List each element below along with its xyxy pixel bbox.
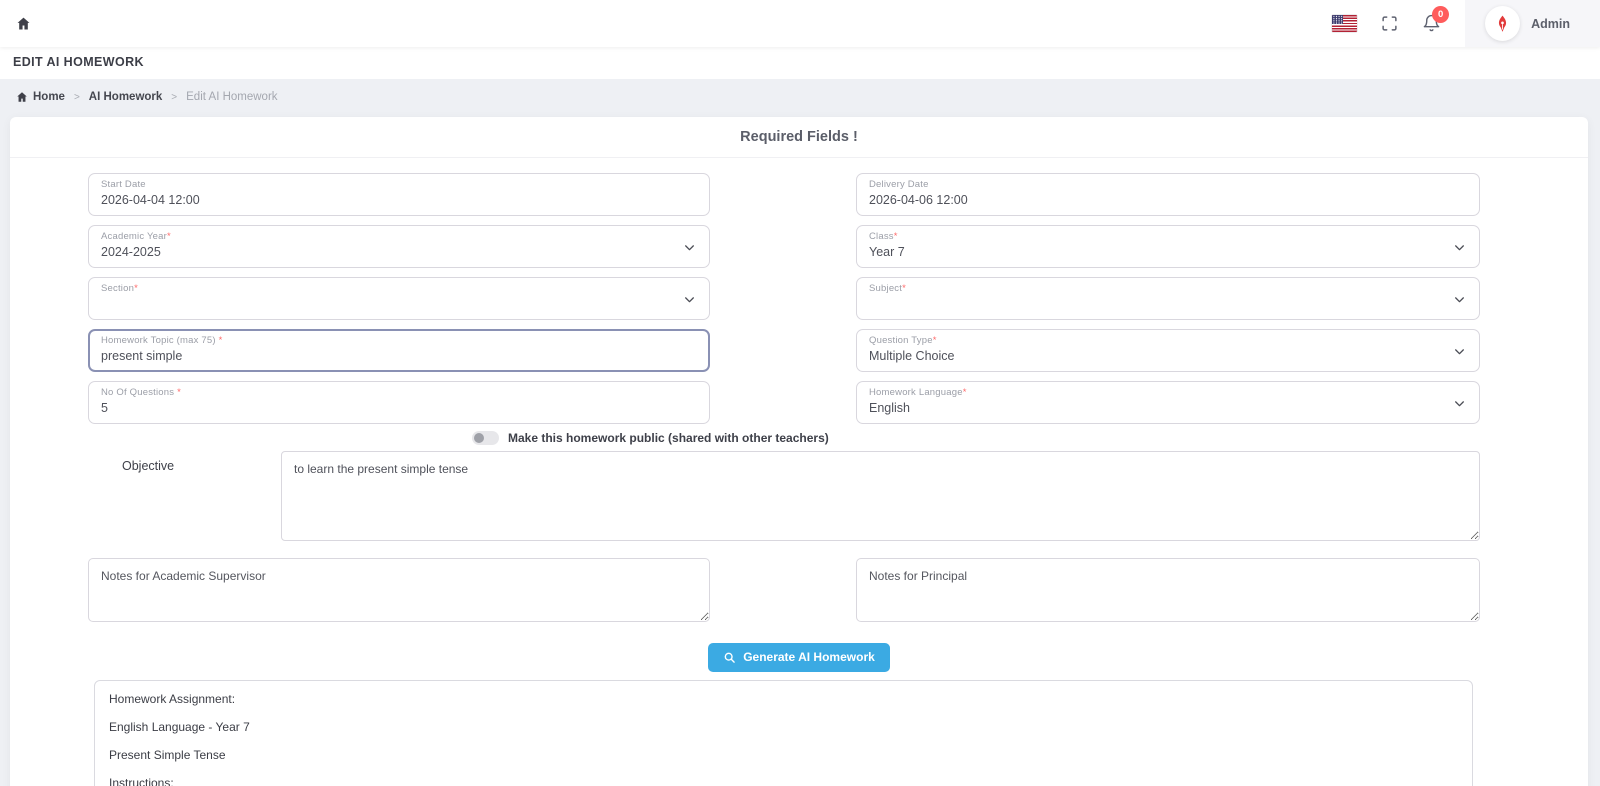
homework-topic-input[interactable]: Homework Topic (max 75) * present simple	[88, 329, 710, 372]
section-label: Section	[101, 283, 135, 294]
no-of-questions-value: 5	[101, 401, 108, 415]
edit-homework-card: Required Fields ! Start Date 2026-04-04 …	[10, 117, 1588, 786]
homework-language-value: English	[869, 401, 910, 415]
required-asterisk: *	[893, 231, 898, 242]
breadcrumb-separator: >	[73, 91, 80, 103]
subject-value	[869, 296, 1467, 313]
titlebar: EDIT AI HOMEWORK	[0, 47, 1600, 79]
subject-label: Subject	[869, 283, 903, 294]
fullscreen-icon	[1381, 15, 1398, 32]
flag-canton	[1332, 15, 1344, 24]
question-type-label: Question Type	[869, 335, 933, 346]
language-flag-us[interactable]	[1332, 15, 1358, 32]
home-menu-button[interactable]	[16, 16, 31, 31]
required-asterisk: *	[902, 283, 906, 294]
chevron-down-icon	[685, 245, 694, 251]
objective-label: Objective	[122, 459, 175, 473]
button-row: Generate AI Homework	[10, 643, 1588, 672]
chevron-down-icon	[1455, 245, 1464, 251]
public-toggle-row: Make this homework public (shared with o…	[472, 431, 1588, 445]
user-menu[interactable]: Admin	[1465, 0, 1600, 47]
class-value: Year 7	[869, 245, 905, 259]
home-icon	[16, 91, 28, 103]
homework-language-select[interactable]: Homework Language* English	[856, 381, 1480, 424]
toggle-knob	[474, 433, 484, 443]
breadcrumb-separator: >	[171, 91, 178, 103]
required-asterisk: *	[166, 231, 171, 242]
chevron-down-icon	[1455, 349, 1464, 355]
required-asterisk: *	[962, 387, 967, 398]
homework-topic-label: Homework Topic (max 75)	[101, 335, 219, 346]
academic-year-value: 2024-2025	[101, 245, 161, 259]
breadcrumb: Home > AI Homework > Edit AI Homework	[0, 79, 1600, 114]
fullscreen-button[interactable]	[1381, 15, 1398, 32]
public-toggle-label: Make this homework public (shared with o…	[508, 431, 829, 445]
search-icon	[723, 651, 736, 664]
academic-year-label: Academic Year	[101, 231, 167, 242]
breadcrumb-home[interactable]: Home	[16, 91, 65, 103]
notification-badge: 0	[1432, 6, 1450, 23]
section-value	[101, 296, 697, 313]
topbar: 0 Admin	[0, 0, 1600, 47]
objective-textarea[interactable]: to learn the present simple tense	[281, 451, 1480, 541]
pen-nib-icon	[1499, 15, 1507, 32]
start-date-value: 2026-04-04 12:00	[101, 193, 200, 207]
question-type-value: Multiple Choice	[869, 349, 955, 363]
form-grid: Start Date 2026-04-04 12:00 Delivery Dat…	[88, 173, 1588, 424]
required-asterisk: *	[134, 283, 138, 294]
output-line: Present Simple Tense	[109, 748, 226, 762]
output-line: Instructions: Please read each question …	[109, 776, 174, 786]
class-select[interactable]: Class* Year 7	[856, 225, 1480, 268]
topbar-right: 0 Admin	[1332, 0, 1600, 47]
admin-label: Admin	[1531, 16, 1570, 31]
required-asterisk: *	[177, 387, 181, 398]
delivery-date-value: 2026-04-06 12:00	[869, 193, 968, 207]
required-asterisk: *	[218, 335, 223, 346]
section-select[interactable]: Section*	[88, 277, 710, 320]
homework-output: Homework Assignment: English Language - …	[94, 680, 1473, 786]
no-of-questions-label: No Of Questions	[101, 387, 178, 398]
page-title: EDIT AI HOMEWORK	[13, 55, 144, 69]
required-asterisk: *	[932, 335, 937, 346]
no-of-questions-input[interactable]: No Of Questions * 5	[88, 381, 710, 424]
generate-button-label: Generate AI Homework	[743, 650, 875, 664]
start-date-label: Start Date	[101, 179, 146, 190]
subject-select[interactable]: Subject*	[856, 277, 1480, 320]
start-date-input[interactable]: Start Date 2026-04-04 12:00	[88, 173, 710, 216]
chevron-down-icon	[1455, 401, 1464, 407]
chevron-down-icon	[685, 297, 694, 303]
output-line: Homework Assignment:	[109, 692, 236, 706]
delivery-date-input[interactable]: Delivery Date 2026-04-06 12:00	[856, 173, 1480, 216]
public-toggle[interactable]	[472, 431, 499, 445]
homework-language-label: Homework Language	[869, 387, 963, 398]
question-type-select[interactable]: Question Type* Multiple Choice	[856, 329, 1480, 372]
breadcrumb-ai-homework[interactable]: AI Homework	[89, 91, 163, 103]
academic-year-select[interactable]: Academic Year* 2024-2025	[88, 225, 710, 268]
home-icon	[16, 16, 31, 31]
avatar	[1485, 6, 1521, 41]
generate-ai-homework-button[interactable]: Generate AI Homework	[708, 643, 890, 672]
notes-supervisor-textarea[interactable]	[88, 558, 710, 622]
notes-row	[88, 558, 1588, 622]
delivery-date-label: Delivery Date	[869, 179, 929, 190]
card-header: Required Fields !	[10, 117, 1588, 158]
notes-principal-textarea[interactable]	[856, 558, 1480, 622]
class-label: Class	[869, 231, 894, 242]
homework-topic-value: present simple	[101, 349, 183, 363]
objective-row: Objective to learn the present simple te…	[10, 451, 1588, 541]
notifications-button[interactable]: 0	[1422, 6, 1450, 33]
breadcrumb-current: Edit AI Homework	[186, 91, 278, 103]
breadcrumb-home-label: Home	[33, 91, 65, 103]
output-line: English Language - Year 7	[109, 720, 250, 734]
chevron-down-icon	[1455, 297, 1464, 303]
